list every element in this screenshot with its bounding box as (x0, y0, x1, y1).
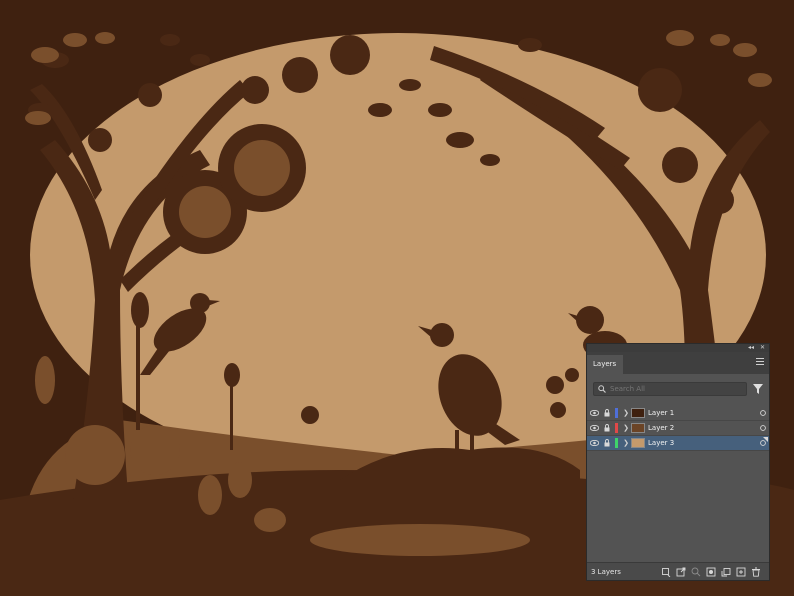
layer-row-3[interactable]: ❯ Layer 3 (587, 436, 769, 451)
lock-icon[interactable] (601, 436, 613, 450)
layer-color-swatch (615, 408, 618, 418)
target-circle-icon[interactable] (757, 421, 769, 435)
search-icon (598, 385, 606, 393)
expand-chevron-icon[interactable]: ❯ (621, 406, 631, 420)
layer-count: 3 Layers (591, 567, 621, 576)
layer-color-swatch (615, 423, 618, 433)
layers-panel[interactable]: ◂◂ ✕ Layers ❯ Layer 1 (586, 343, 770, 581)
visibility-eye-icon[interactable] (587, 436, 601, 450)
expand-chevron-icon[interactable]: ❯ (621, 436, 631, 450)
selected-art-indicator (763, 437, 768, 442)
panel-footer: 3 Layers (587, 562, 769, 580)
visibility-eye-icon[interactable] (587, 406, 601, 420)
layer-thumbnail (631, 423, 645, 433)
layer-name[interactable]: Layer 1 (648, 409, 757, 417)
locate-object-icon[interactable] (691, 567, 701, 577)
panel-titlebar[interactable]: ◂◂ ✕ (587, 344, 769, 352)
collect-for-export-icon[interactable] (661, 567, 671, 577)
layer-list: ❯ Layer 1 ❯ Layer 2 ❯ Layer 3 (587, 406, 769, 451)
hamburger-menu-icon[interactable] (756, 358, 764, 365)
layer-color-swatch (615, 438, 618, 448)
layer-row-1[interactable]: ❯ Layer 1 (587, 406, 769, 421)
lock-icon[interactable] (601, 406, 613, 420)
path-clearing (310, 524, 530, 556)
create-sublayer-icon[interactable] (721, 567, 731, 577)
layer-name[interactable]: Layer 3 (648, 439, 757, 447)
layer-thumbnail (631, 438, 645, 448)
search-input[interactable] (606, 385, 730, 393)
footer-toolbar (661, 567, 761, 577)
close-panel-icon[interactable]: ✕ (760, 344, 765, 352)
export-icon[interactable] (676, 567, 686, 577)
expand-chevron-icon[interactable]: ❯ (621, 421, 631, 435)
make-clipping-mask-icon[interactable] (706, 567, 716, 577)
panel-tab-bar: Layers (587, 352, 769, 374)
new-layer-icon[interactable] (736, 567, 746, 577)
lock-icon[interactable] (601, 421, 613, 435)
trash-icon[interactable] (751, 567, 761, 577)
layer-thumbnail (631, 408, 645, 418)
target-circle-icon[interactable] (757, 406, 769, 420)
search-row (587, 378, 769, 400)
layer-name[interactable]: Layer 2 (648, 424, 757, 432)
search-box[interactable] (593, 382, 747, 396)
filter-icon[interactable] (753, 384, 763, 394)
layer-row-2[interactable]: ❯ Layer 2 (587, 421, 769, 436)
collapse-panel-icon[interactable]: ◂◂ (748, 344, 754, 352)
visibility-eye-icon[interactable] (587, 421, 601, 435)
tab-layers[interactable]: Layers (587, 355, 624, 374)
